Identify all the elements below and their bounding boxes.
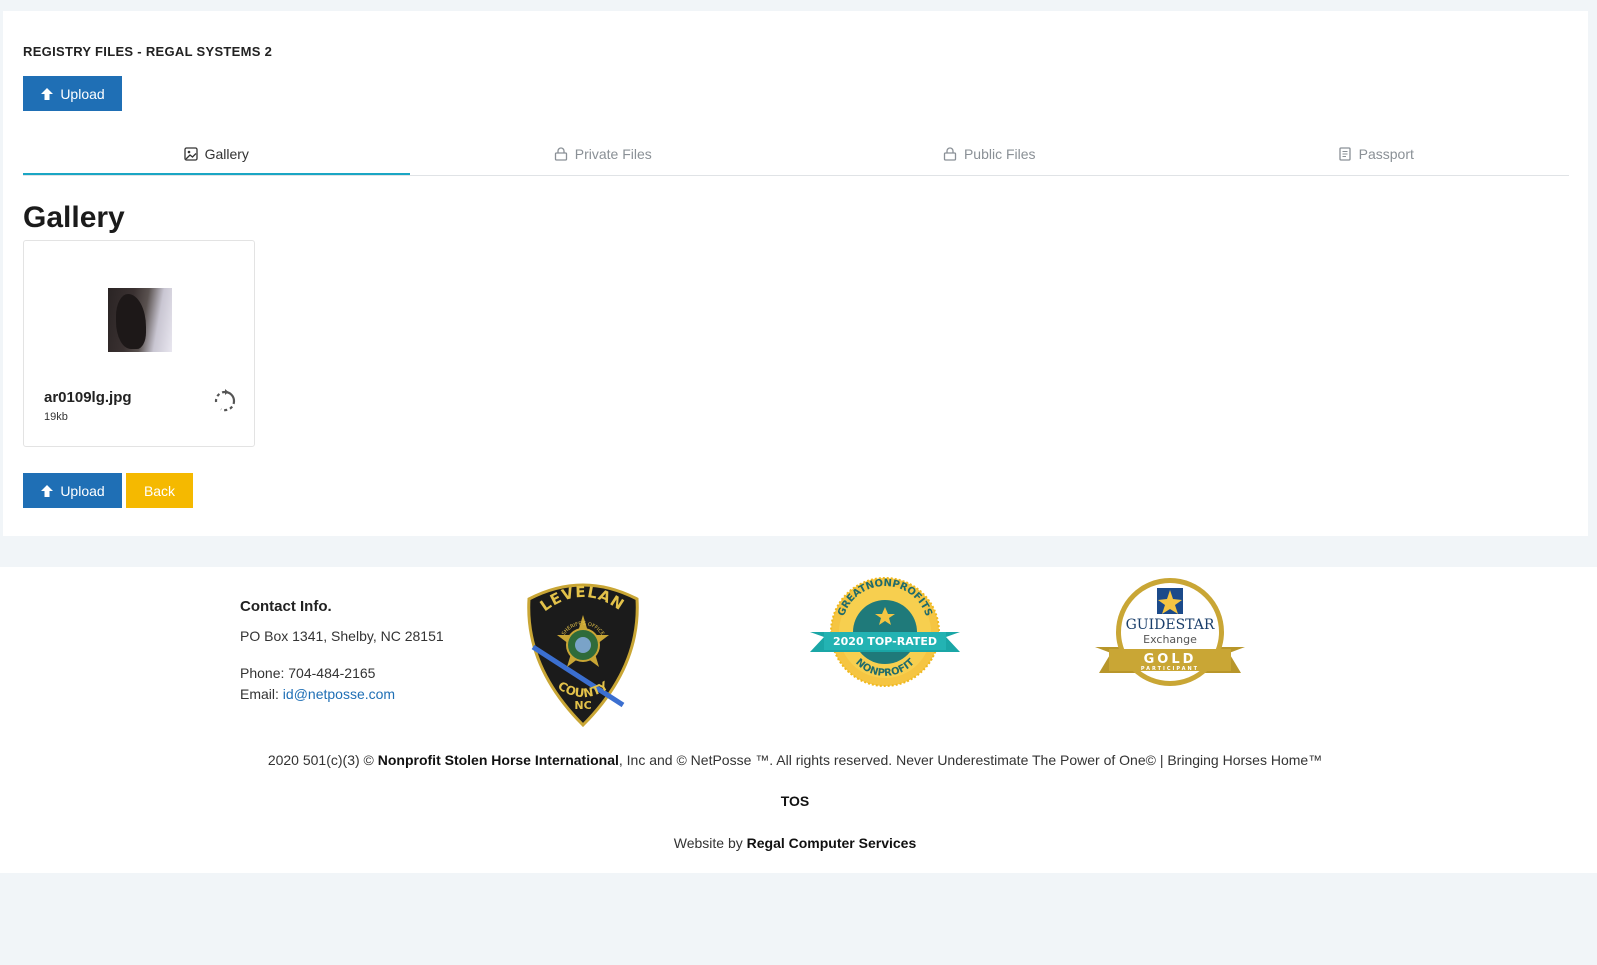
phone-number: 704-484-2165: [288, 665, 376, 681]
rotate-icon[interactable]: [213, 389, 237, 413]
tab-private-files-label: Private Files: [574, 146, 652, 162]
greatnonprofits-seal-logo: GREATNONPROFITS 2020 TOP-RATED NONPROFIT: [810, 577, 960, 687]
sheriff-badge-logo: CLEVELAND SHERIFF'S OFFICE COUNTY NC: [523, 577, 639, 727]
copyright-suffix: , Inc and © NetPosse ™. All rights reser…: [618, 752, 1323, 768]
upload-button-top[interactable]: Upload: [23, 76, 122, 111]
tab-gallery-label: Gallery: [204, 146, 249, 162]
image-icon: [183, 147, 198, 161]
tab-passport[interactable]: Passport: [1183, 135, 1570, 173]
upload-label: Upload: [60, 85, 105, 102]
email-label: Email:: [240, 686, 279, 702]
back-button[interactable]: Back: [126, 473, 193, 508]
guidestar-seal-logo: GUIDESTAR Exchange GOLD PARTICIPANT: [1095, 578, 1245, 686]
contact-phone: Phone: 704-484-2165: [240, 665, 375, 681]
main-card: REGISTRY FILES - REGAL SYSTEMS 2 Upload …: [3, 11, 1588, 536]
copyright-prefix: 2020 501(c)(3) ©: [267, 752, 374, 768]
file-name: ar0109lg.jpg: [44, 389, 132, 406]
lock-icon: [554, 147, 567, 161]
copyright-org: Nonprofit Stolen Horse International: [377, 752, 619, 768]
guidestar-sub-text: Exchange: [1143, 633, 1197, 646]
back-label: Back: [143, 482, 176, 499]
guidestar-level-text: GOLD: [1144, 652, 1197, 667]
email-link[interactable]: id@netposse.com: [283, 686, 395, 702]
lock-icon: [943, 147, 957, 161]
website-credit: Website by Regal Computer Services: [0, 835, 1590, 851]
file-thumbnail[interactable]: [108, 288, 172, 352]
contact-address: PO Box 1341, Shelby, NC 28151: [240, 628, 444, 644]
file-tabs: Gallery Private Files Public Files Passp…: [23, 135, 1569, 176]
upload-button-bottom[interactable]: Upload: [23, 473, 122, 508]
footer: Contact Info. PO Box 1341, Shelby, NC 28…: [0, 567, 1597, 873]
document-icon: [1338, 147, 1351, 161]
tab-public-files[interactable]: Public Files: [796, 135, 1183, 173]
copyright-line: 2020 501(c)(3) © Nonprofit Stolen Horse …: [0, 752, 1590, 768]
guidestar-brand-text: GUIDESTAR: [1126, 617, 1215, 633]
tab-gallery[interactable]: Gallery: [23, 135, 410, 175]
contact-title: Contact Info.: [240, 598, 332, 615]
gnp-ribbon-text: 2020 TOP-RATED: [833, 635, 937, 648]
contact-email: Email: id@netposse.com: [240, 686, 395, 702]
gallery-heading: Gallery: [23, 201, 125, 234]
file-size: 19kb: [44, 411, 68, 423]
credit-prefix: Website by: [673, 835, 743, 851]
arrow-up-icon: [41, 484, 54, 497]
sheriff-state-text: NC: [574, 699, 591, 712]
credit-company-link[interactable]: Regal Computer Services: [747, 835, 917, 851]
tab-public-files-label: Public Files: [963, 146, 1036, 162]
page-title: REGISTRY FILES - REGAL SYSTEMS 2: [23, 44, 273, 59]
tab-private-files[interactable]: Private Files: [410, 135, 797, 173]
arrow-up-icon: [41, 87, 54, 100]
file-card: ar0109lg.jpg 19kb: [23, 240, 255, 447]
phone-label: Phone:: [240, 665, 285, 681]
upload-label: Upload: [60, 482, 105, 499]
guidestar-participant-text: PARTICIPANT: [1141, 666, 1199, 672]
tab-passport-label: Passport: [1358, 146, 1414, 162]
tos-link[interactable]: TOS: [0, 793, 1590, 809]
